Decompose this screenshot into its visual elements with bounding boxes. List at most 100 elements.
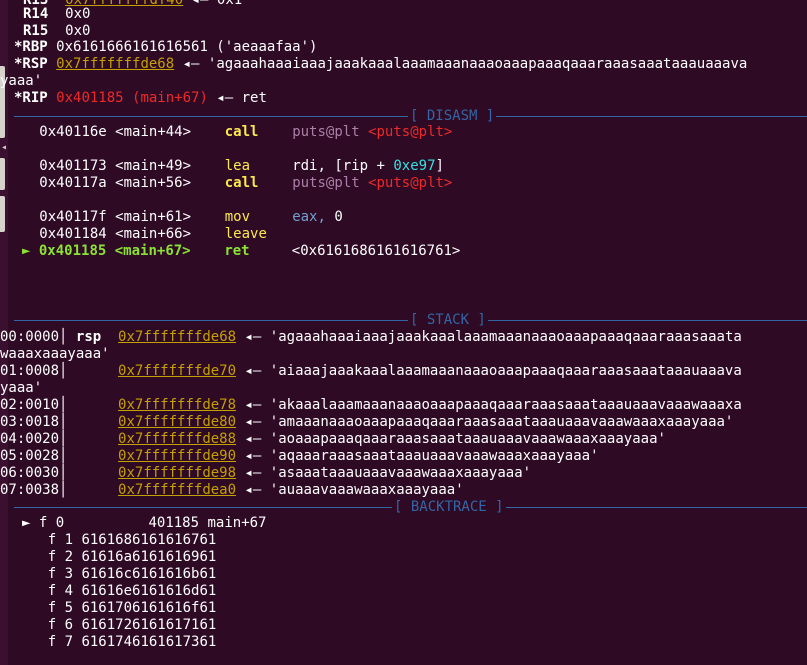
register-r15: R15 0x0 bbox=[14, 23, 90, 40]
frame-symbol: main+67 bbox=[207, 515, 267, 531]
stack-value: 'auaaavaaawaaaxaaayaaa' bbox=[269, 482, 464, 498]
backtrace-row: f 6 6161726161617161 bbox=[14, 617, 217, 634]
register-value: 0x0 bbox=[65, 6, 91, 22]
stack-addr: 0x7fffffffde80 bbox=[118, 414, 237, 430]
register-label: *RIP bbox=[14, 90, 48, 106]
backtrace-row: f 2 61616a6161616961 bbox=[14, 549, 217, 566]
pointer-arrow-icon: ◂— bbox=[182, 56, 200, 72]
dock-arrow-icon[interactable]: ◂ bbox=[1, 143, 7, 153]
backtrace-row: f 7 6161746161617361 bbox=[14, 634, 217, 651]
register-label: *RSP bbox=[14, 56, 48, 72]
disasm-row: 0x40116e <main+44> call puts@plt <puts@p… bbox=[14, 124, 452, 141]
frame-addr: 6161686161616761 bbox=[81, 532, 217, 548]
backtrace-row: ► f 0 401185 main+67 bbox=[22, 515, 267, 532]
disasm-addr: 0x40117a bbox=[39, 175, 107, 191]
register-suffix: ◂— 0x1 bbox=[191, 0, 243, 8]
stack-value: 'aoaaapaaaqaaaraaasaaataaauaaavaaawaaaxa… bbox=[269, 431, 666, 447]
disasm-operand: <0x6161686161616761> bbox=[291, 243, 461, 259]
stack-addr: 0x7fffffffde98 bbox=[118, 465, 237, 481]
register-value: 0x0 bbox=[65, 23, 91, 39]
register-rip: *RIP 0x401185 (main+67) ◂— ret bbox=[14, 90, 267, 107]
stack-row: 00:0000│ rsp 0x7fffffffde68 ◂— 'agaaahaa… bbox=[0, 329, 742, 345]
register-label: *RBP bbox=[14, 39, 48, 55]
register-rbp: *RBP 0x6161666161616561 ('aeaaafaa') bbox=[14, 39, 317, 56]
backtrace-row: f 5 6161706161616f61 bbox=[14, 600, 217, 617]
stack-index: 03:0018 bbox=[0, 414, 60, 430]
register-r14: R14 0x0 bbox=[14, 6, 90, 23]
stack-row: 02:0010│ 0x7fffffffde78 ◂— 'akaaalaaamaa… bbox=[0, 397, 742, 413]
stack-row: 01:0008│ 0x7fffffffde70 ◂— 'aiaaajaaakaa… bbox=[0, 363, 742, 379]
frame-number: f 1 bbox=[47, 532, 74, 548]
disasm-sym: <main+66> bbox=[115, 226, 192, 242]
stack-register: rsp bbox=[75, 329, 102, 345]
register-value: 0x6161666161616561 ('aeaaafaa') bbox=[56, 39, 318, 55]
stack-addr: 0x7fffffffde90 bbox=[118, 448, 237, 464]
frame-number: f 4 bbox=[47, 583, 74, 599]
disasm-mnemonic: call bbox=[224, 175, 259, 191]
disasm-row: 0x401173 <main+49> lea rdi, [rip + 0xe97… bbox=[14, 158, 444, 175]
stack-addr: 0x7fffffffde78 bbox=[118, 397, 237, 413]
stack-row: 07:0038│ 0x7fffffffdea0 ◂— 'auaaavaaawaa… bbox=[0, 482, 464, 498]
disasm-operand-number: 0xe97 bbox=[393, 158, 436, 174]
stack-row: 06:0030│ 0x7fffffffde98 ◂— 'asaaataaauaa… bbox=[0, 465, 532, 481]
disasm-operand-close: ] bbox=[435, 158, 444, 174]
frame-addr: 401185 bbox=[72, 515, 200, 531]
frame-addr: 61616e6161616d61 bbox=[81, 583, 217, 599]
disasm-addr: 0x401173 bbox=[39, 158, 107, 174]
frame-number: f 2 bbox=[47, 549, 74, 565]
disasm-row: 0x401184 <main+66> leave bbox=[14, 226, 267, 243]
backtrace-row: f 1 6161686161616761 bbox=[14, 532, 217, 549]
disasm-row: 0x40117f <main+61> mov eax, 0 bbox=[14, 209, 343, 226]
stack-row: 04:0020│ 0x7fffffffde88 ◂— 'aoaaapaaaqaa… bbox=[0, 431, 666, 447]
register-string-wrap: yaaa' bbox=[0, 73, 43, 89]
stack-index: 02:0010 bbox=[0, 397, 60, 413]
disasm-operand: eax, bbox=[292, 209, 335, 225]
stack-row: 05:0028│ 0x7fffffffde90 ◂— 'aqaaaraaasaa… bbox=[0, 448, 599, 464]
disasm-addr: 0x401184 bbox=[39, 226, 107, 242]
disasm-addr: 0x40117f bbox=[39, 209, 107, 225]
frame-addr: 61616c6161616b61 bbox=[81, 566, 217, 582]
dock-handle-2[interactable] bbox=[0, 158, 5, 190]
frame-number: f 6 bbox=[47, 617, 74, 633]
stack-index: 06:0030 bbox=[0, 465, 60, 481]
register-value: 0x401185 (main+67) bbox=[56, 90, 208, 106]
register-rsp: *RSP 0x7fffffffde68 ◂— 'agaaahaaaiaaajaa… bbox=[14, 56, 747, 73]
frame-number: f 7 bbox=[47, 634, 74, 650]
stack-index: 00:0000 bbox=[0, 329, 60, 345]
stack-value: 'asaaataaauaaavaaawaaaxaaayaaa' bbox=[269, 465, 532, 481]
current-instruction-marker-icon: ► bbox=[22, 243, 31, 259]
frame-addr: 6161706161616f61 bbox=[81, 600, 217, 616]
disasm-mnemonic: call bbox=[224, 124, 259, 140]
stack-title: [ STACK ] bbox=[408, 312, 488, 329]
disasm-operand: puts@plt bbox=[292, 175, 360, 191]
disasm-mnemonic: leave bbox=[224, 226, 267, 242]
register-label: R15 bbox=[23, 23, 49, 39]
frame-addr: 61616a6161616961 bbox=[81, 549, 217, 565]
stack-row-wrap: waaaxaaayaaa' bbox=[0, 346, 110, 363]
current-frame-marker-icon: ► bbox=[22, 515, 31, 531]
disasm-addr: 0x401185 bbox=[38, 243, 107, 259]
frame-number: f 5 bbox=[47, 600, 74, 616]
pointer-arrow-icon: ◂— bbox=[244, 329, 262, 345]
disasm-sym: <main+44> bbox=[115, 124, 192, 140]
stack-addr: 0x7fffffffde70 bbox=[118, 363, 237, 379]
disasm-row: 0x40117a <main+56> call puts@plt <puts@p… bbox=[14, 175, 452, 192]
disasm-operand: puts@plt bbox=[292, 124, 360, 140]
backtrace-row: f 3 61616c6161616b61 bbox=[14, 566, 217, 583]
dock-handle-3[interactable] bbox=[0, 196, 5, 232]
stack-value-wrap: waaaxaaayaaa' bbox=[0, 346, 110, 362]
stack-index: 07:0038 bbox=[0, 482, 60, 498]
stack-row-wrap: yaaa' bbox=[0, 380, 42, 397]
disasm-row-current: ► 0x401185 <main+67> ret <0x616168616161… bbox=[22, 243, 460, 260]
backtrace-title: [ BACKTRACE ] bbox=[392, 499, 506, 516]
frame-number: f 3 bbox=[47, 566, 74, 582]
pointer-arrow-icon: ◂— bbox=[244, 448, 262, 464]
stack-value: 'aqaaaraaasaaataaauaaavaaawaaaxaaayaaa' bbox=[269, 448, 599, 464]
disasm-sym: <main+61> bbox=[115, 209, 192, 225]
stack-addr: 0x7fffffffde88 bbox=[118, 431, 237, 447]
register-label: R14 bbox=[23, 6, 49, 22]
disasm-mnemonic: lea bbox=[224, 158, 251, 174]
disasm-addr: 0x40116e bbox=[39, 124, 107, 140]
register-instruction: ret bbox=[241, 90, 267, 106]
stack-value: 'agaaahaaaiaaajaaakaaalaaamaaanaaaoaaapa… bbox=[269, 329, 742, 345]
